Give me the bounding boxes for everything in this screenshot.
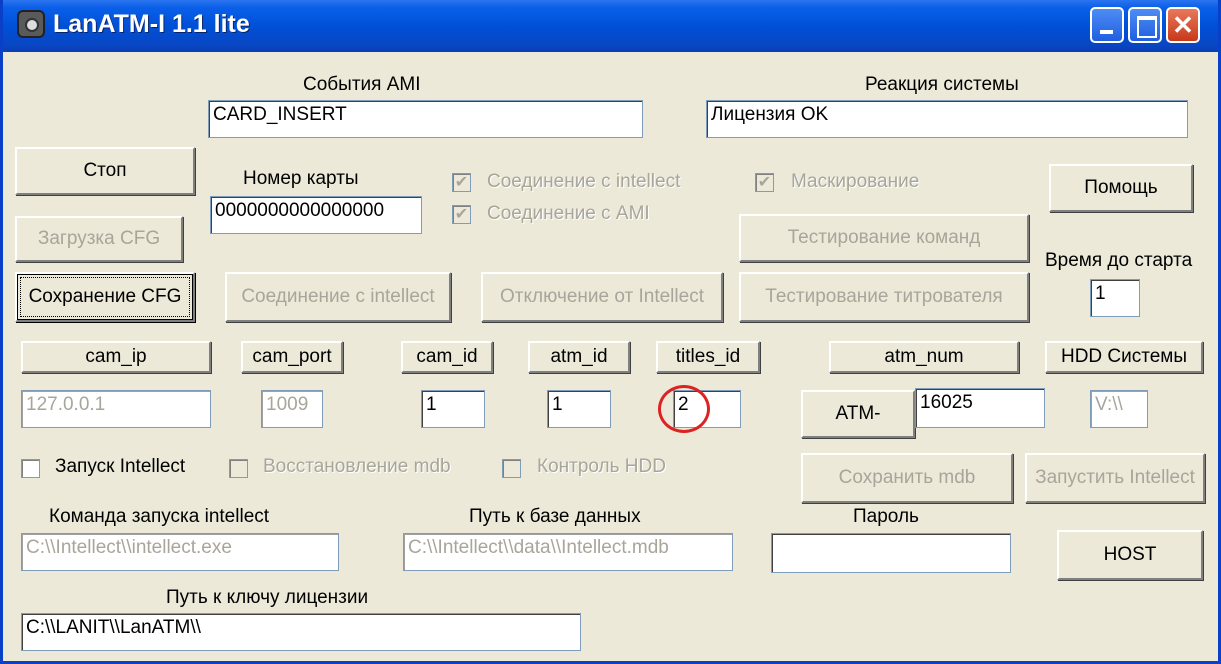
license-path-field[interactable]: C:\\LANIT\\LanATM\\ xyxy=(21,613,581,651)
connection-ami-checkbox[interactable]: ✔ xyxy=(452,205,471,224)
start-time-label: Время до старта xyxy=(1045,250,1193,271)
connection-ami-label: Соединение с AMI xyxy=(487,203,650,224)
stop-button[interactable]: Стоп xyxy=(15,147,195,195)
title-bar[interactable]: LanATM-I 1.1 lite ✕ xyxy=(3,0,1218,52)
db-path-field[interactable]: C:\\Intellect\\data\\Intellect.mdb xyxy=(403,533,733,571)
minimize-button[interactable] xyxy=(1090,7,1124,43)
host-button[interactable]: HOST xyxy=(1057,530,1203,580)
license-path-label: Путь к ключу лицензии xyxy=(166,587,369,608)
run-intellect-label: Запуск Intellect xyxy=(55,456,186,477)
password-field[interactable] xyxy=(771,533,1011,573)
card-number-label: Номер карты xyxy=(243,168,359,189)
hdd-system-header-button[interactable]: HDD Системы xyxy=(1045,341,1203,373)
close-button[interactable]: ✕ xyxy=(1166,7,1200,43)
cam-ip-field[interactable]: 127.0.0.1 xyxy=(21,390,211,428)
launch-command-field[interactable]: C:\\Intellect\\intellect.exe xyxy=(21,533,339,571)
test-commands-button[interactable]: Тестирование команд xyxy=(739,214,1029,262)
masking-label: Маскирование xyxy=(791,171,920,192)
hdd-control-label: Контроль HDD xyxy=(537,456,666,477)
card-number-field[interactable]: 0000000000000000 xyxy=(210,196,422,234)
cam-id-field[interactable]: 1 xyxy=(421,390,485,428)
start-time-field[interactable]: 1 xyxy=(1090,279,1140,317)
hdd-control-checkbox[interactable] xyxy=(502,459,521,478)
cam-id-header-button[interactable]: cam_id xyxy=(401,341,493,373)
app-camera-icon[interactable] xyxy=(17,10,45,38)
connect-intellect-button[interactable]: Соединение с intellect xyxy=(225,272,451,322)
ami-events-field[interactable]: CARD_INSERT xyxy=(208,100,643,138)
titles-id-header-button[interactable]: titles_id xyxy=(656,341,760,373)
ami-events-label: События AMI xyxy=(303,74,421,95)
db-path-label: Путь к базе данных xyxy=(469,506,641,527)
run-intellect-checkbox[interactable] xyxy=(21,459,40,478)
cam-port-header-button[interactable]: cam_port xyxy=(241,341,343,373)
maximize-button[interactable] xyxy=(1128,7,1162,43)
cam-ip-header-button[interactable]: cam_ip xyxy=(21,341,211,373)
system-reaction-field[interactable]: Лицензия OK xyxy=(706,100,1188,138)
help-button[interactable]: Помощь xyxy=(1049,164,1193,212)
minimize-icon xyxy=(1092,9,1122,41)
launch-command-label: Команда запуска intellect xyxy=(49,506,270,527)
system-reaction-label: Реакция системы xyxy=(865,74,1019,95)
disconnect-intellect-button[interactable]: Отключение от Intellect xyxy=(481,272,723,322)
load-cfg-button[interactable]: Загрузка CFG xyxy=(15,216,183,262)
highlight-circle xyxy=(658,385,710,433)
save-cfg-button[interactable]: Сохранение CFG xyxy=(15,272,195,322)
connection-intellect-checkbox[interactable]: ✔ xyxy=(452,173,471,192)
save-mdb-button[interactable]: Сохранить mdb xyxy=(801,453,1013,503)
restore-mdb-checkbox[interactable] xyxy=(229,459,248,478)
close-icon: ✕ xyxy=(1172,10,1194,40)
maximize-icon xyxy=(1130,9,1160,41)
hdd-system-field[interactable]: V:\\ xyxy=(1090,390,1148,428)
start-intellect-button[interactable]: Запустить Intellect xyxy=(1025,453,1205,503)
masking-checkbox[interactable]: ✔ xyxy=(755,173,774,192)
atm-prefix-button[interactable]: ATM- xyxy=(801,390,915,438)
atm-id-header-button[interactable]: atm_id xyxy=(528,341,630,373)
password-label: Пароль xyxy=(853,506,919,527)
atm-id-field[interactable]: 1 xyxy=(547,390,611,428)
restore-mdb-label: Восстановление mdb xyxy=(263,456,451,477)
test-titler-button[interactable]: Тестирование титрователя xyxy=(739,272,1029,322)
atm-num-header-button[interactable]: atm_num xyxy=(829,341,1019,373)
cam-port-field[interactable]: 1009 xyxy=(261,390,323,428)
window-title: LanATM-I 1.1 lite xyxy=(53,10,250,38)
atm-num-field[interactable]: 16025 xyxy=(915,388,1045,428)
connection-intellect-label: Соединение с intellect xyxy=(487,171,681,192)
app-window: LanATM-I 1.1 lite ✕ События AMI CARD_INS… xyxy=(0,0,1221,664)
